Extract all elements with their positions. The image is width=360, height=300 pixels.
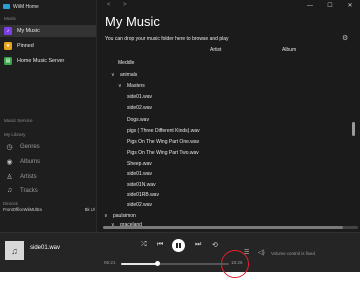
progress-knob[interactable] (155, 261, 161, 266)
app-window: WiiM Home Music ♪ My Music ★ Pinned ▤ Ho… (0, 0, 360, 272)
music-section-label: Music (4, 16, 16, 21)
file-row[interactable]: Meddle (118, 58, 134, 68)
sidebar: WiiM Home Music ♪ My Music ★ Pinned ▤ Ho… (0, 0, 97, 232)
file-row[interactable]: pigs ( Three Different Kinds).wav (127, 126, 200, 136)
settings-gear-icon[interactable]: ⚙ (342, 34, 348, 42)
sidebar-item-label: Genres (20, 143, 40, 150)
column-header-artist[interactable]: Artist (210, 47, 221, 53)
sidebar-item-label: Home Music Server (17, 58, 65, 64)
server-icon: ▤ (4, 57, 12, 65)
sidebar-item-my-music[interactable]: ♪ My Music (0, 25, 96, 37)
pause-icon (176, 243, 181, 248)
tree-item-label: Sheep.wav (127, 161, 152, 167)
highlight-annotation-circle (221, 250, 249, 278)
pause-button[interactable] (172, 239, 185, 252)
tree-item-label: side01N.wav (127, 182, 156, 188)
chevron-down-icon[interactable]: ∨ (104, 213, 110, 219)
chevron-down-icon[interactable]: ∨ (111, 72, 117, 78)
sidebar-item-genres[interactable]: ◷ Genres (0, 140, 96, 153)
tree-item-label: animals (120, 72, 138, 78)
page-title: My Music (105, 14, 160, 29)
tree-item-label: side01.wav (127, 171, 153, 177)
sidebar-item-label: Tracks (20, 187, 38, 194)
album-icon: ◉ (6, 158, 13, 166)
tree-item-label: Dogs.wav (127, 117, 149, 123)
player-bar: ♫ side01.wav ⤮ ⏮ ⏭ ⟲ 06:21 18:26 ☰ ◁) Vo… (0, 232, 360, 272)
app-title: WiiM Home (3, 2, 39, 11)
file-row[interactable]: Pigs On The Wing Part Two.wav (127, 148, 199, 158)
artist-icon: ♙ (6, 173, 13, 181)
tree-item-label: Pigs On The Wing Part One.wav (127, 139, 200, 145)
sidebar-item-label: Albums (20, 158, 41, 165)
sidebar-item-label: Artists (20, 173, 37, 180)
forward-button[interactable]: > (123, 2, 127, 8)
horizontal-scrollbar[interactable] (103, 226, 358, 229)
next-track-icon[interactable]: ⏭ (195, 241, 201, 249)
app-logo (3, 4, 10, 9)
sidebar-item-home-music-server[interactable]: ▤ Home Music Server (0, 55, 96, 67)
minimize-button[interactable]: — (300, 0, 320, 11)
tree-item-label: Pigs On The Wing Part Two.wav (127, 150, 199, 156)
file-row[interactable]: Sheep.wav (127, 159, 152, 169)
close-button[interactable]: ✕ (340, 0, 360, 11)
music-service-label: Music Service (4, 118, 33, 123)
chevron-down-icon[interactable]: ∨ (118, 83, 124, 89)
vertical-scrollbar[interactable] (352, 122, 355, 136)
tree-item-label: Masters (127, 83, 145, 89)
progress-fill (121, 263, 158, 265)
elapsed-time: 06:21 (104, 260, 116, 265)
volume-status-text: Volume control is fixed (271, 251, 315, 256)
repeat-icon[interactable]: ⟲ (212, 241, 218, 249)
tree-item-label: side01RB.wav (127, 192, 159, 198)
tree-item-label: Meddle (118, 60, 135, 66)
file-row[interactable]: side02.wav (127, 200, 152, 210)
page-subtitle: You can drop your music folder here to b… (105, 36, 229, 42)
file-row[interactable]: side01RB.wav (127, 190, 159, 200)
horizontal-scrollbar-thumb[interactable] (103, 226, 343, 229)
shuffle-icon[interactable]: ⤮ (141, 241, 147, 249)
sidebar-item-label: Pinned (17, 43, 34, 49)
device-item[interactable]: FrontOfficeWiiMUltra Bk U/ (3, 207, 95, 212)
sidebar-item-albums[interactable]: ◉ Albums (0, 155, 96, 168)
app-title-text: WiiM Home (13, 3, 39, 10)
sidebar-item-tracks[interactable]: ♫ Tracks (0, 184, 96, 197)
track-icon: ♫ (6, 187, 13, 194)
album-art[interactable]: ♫ (5, 241, 24, 260)
volume-icon[interactable]: ◁) (258, 249, 265, 256)
device-status: Bk U/ (84, 207, 95, 212)
back-button[interactable]: < (107, 2, 111, 8)
file-row[interactable]: side01.wav (127, 92, 152, 102)
sidebar-item-artists[interactable]: ♙ Artists (0, 170, 96, 183)
music-note-icon: ♪ (4, 27, 12, 35)
maximize-button[interactable]: ☐ (320, 0, 340, 11)
tree-item-label: side01.wav (127, 94, 153, 100)
genres-icon: ◷ (6, 143, 13, 151)
my-library-label: My Library (4, 132, 26, 137)
sidebar-item-label: My Music (17, 28, 40, 34)
tree-item-label: pigs ( Three Different Kinds).wav (127, 128, 200, 134)
previous-track-icon[interactable]: ⏮ (157, 241, 163, 249)
now-playing-title: side01.wav (30, 245, 61, 251)
column-header-album[interactable]: Album (282, 47, 296, 53)
file-row[interactable]: Dogs.wav (127, 115, 149, 125)
folder-row[interactable]: ∨ Masters (118, 81, 145, 91)
file-row[interactable]: side02.wav (127, 103, 152, 113)
file-row[interactable]: side01N.wav (127, 180, 156, 190)
tree-item-label: side02.wav (127, 105, 153, 111)
pin-icon: ★ (4, 42, 12, 50)
tree-item-label: paulsimon (113, 213, 136, 219)
progress-slider[interactable] (121, 261, 229, 266)
sidebar-item-pinned[interactable]: ★ Pinned (0, 40, 96, 52)
devices-label: Devices (3, 201, 18, 206)
device-name: FrontOfficeWiiMUltra (3, 207, 42, 212)
folder-row[interactable]: ∨ animals (111, 70, 137, 80)
file-row[interactable]: Pigs On The Wing Part One.wav (127, 137, 199, 147)
file-row[interactable]: side01.wav (127, 169, 152, 179)
tree-item-label: side02.wav (127, 202, 153, 208)
